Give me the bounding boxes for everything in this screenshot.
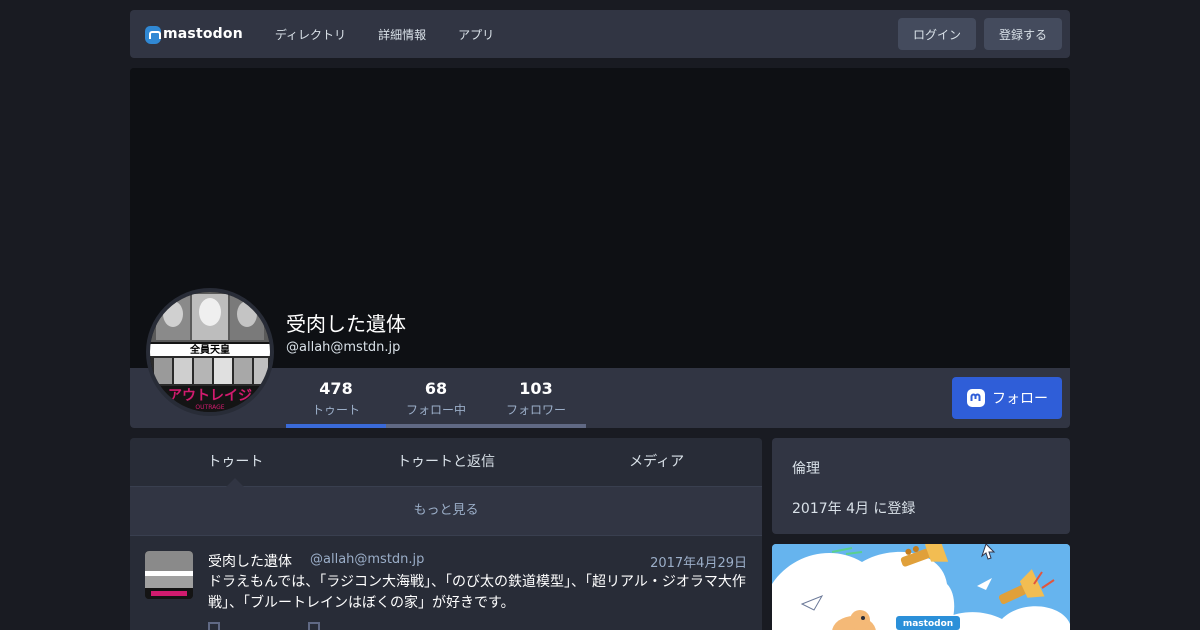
follow-button[interactable]: フォロー [952, 377, 1062, 419]
display-name: 受肉した遺体 [286, 312, 406, 336]
cover-image [130, 68, 1070, 368]
nav-link-about[interactable]: 詳細情報 [378, 26, 426, 43]
avatar-image: 全員天皇 アウトレイジ OUTRAGE [150, 292, 270, 412]
load-more-button[interactable]: もっと見る [130, 487, 762, 536]
status-item[interactable]: 受肉した遺体 @allah@mstdn.jp 2017年4月29日 ドラえもんで… [130, 536, 762, 630]
tab-toots[interactable]: トゥート [130, 438, 341, 487]
counter-toots[interactable]: 478 トゥート [286, 368, 386, 428]
status-display-name[interactable]: 受肉した遺体 [208, 551, 292, 571]
hero-logo-text: mastodon [903, 619, 953, 629]
nav-link-apps[interactable]: アプリ [458, 26, 494, 43]
profile-avatar[interactable]: 全員天皇 アウトレイジ OUTRAGE [146, 288, 274, 416]
status-avatar[interactable] [145, 551, 193, 599]
counter-following[interactable]: 68 フォロー中 [386, 368, 486, 428]
status-content: ドラえもんでは、「ラジコン大海戦」、「のび太の鉄道模型」、「超リアル・ジオラマ大… [208, 574, 746, 611]
profile-counters-bar [130, 368, 1070, 428]
nav-link-directory[interactable]: ディレクトリ [275, 26, 346, 43]
mastodon-icon [145, 26, 161, 44]
status-avatar-image [145, 551, 193, 599]
status-account-handle: @allah@mstdn.jp [310, 552, 425, 567]
counter-following-number: 68 [424, 379, 448, 398]
register-button[interactable]: 登録する [983, 18, 1062, 50]
tab-toots-and-replies[interactable]: トゥートと返信 [341, 438, 552, 486]
avatar-logo-text: アウトレイジ [168, 388, 252, 404]
counter-toots-number: 478 [319, 379, 353, 398]
top-navigation: mastodon ディレクトリ 詳細情報 アプリ ログイン 登録する [130, 10, 1070, 58]
reply-icon[interactable] [208, 622, 220, 630]
avatar-title-text: 全員天皇 [189, 343, 230, 356]
mastodon-icon [967, 389, 985, 407]
tab-media[interactable]: メディア [551, 438, 762, 486]
timeline-tabs: トゥート トゥートと返信 メディア [130, 438, 762, 487]
login-button[interactable]: ログイン [897, 18, 976, 50]
mastodon-logo[interactable]: mastodon [145, 10, 243, 58]
status-timestamp[interactable]: 2017年4月29日 [650, 552, 747, 571]
counter-toots-label: トゥート [311, 403, 360, 417]
logo-text: mastodon [163, 26, 243, 42]
follow-button-label: フォロー [992, 391, 1048, 407]
counter-following-label: フォロー中 [405, 403, 466, 417]
status-actions [208, 622, 408, 630]
profile-header: 全員天皇 アウトレイジ OUTRAGE 受肉した遺体 @allah@mstdn.… [130, 68, 1070, 428]
account-handle: @allah@mstdn.jp [286, 340, 401, 355]
counter-followers-label: フォロワー [505, 403, 566, 417]
counter-followers[interactable]: 103 フォロワー [486, 368, 586, 428]
boost-icon[interactable] [308, 622, 320, 630]
account-timeline: トゥート トゥートと返信 メディア もっと見る 受肉した遺体 @allah@ms… [130, 438, 762, 630]
account-bio: 倫理 [792, 461, 820, 477]
mastodon-hero-illustration: mastodon [772, 544, 1070, 630]
counter-followers-number: 103 [519, 379, 553, 398]
avatar-sub-text: OUTRAGE [195, 404, 224, 411]
account-info-card: 倫理 2017年 4月 に登録 [772, 438, 1070, 534]
joined-date: 2017年 4月 に登録 [792, 501, 916, 517]
hero-illustration-image: mastodon [772, 544, 1070, 630]
